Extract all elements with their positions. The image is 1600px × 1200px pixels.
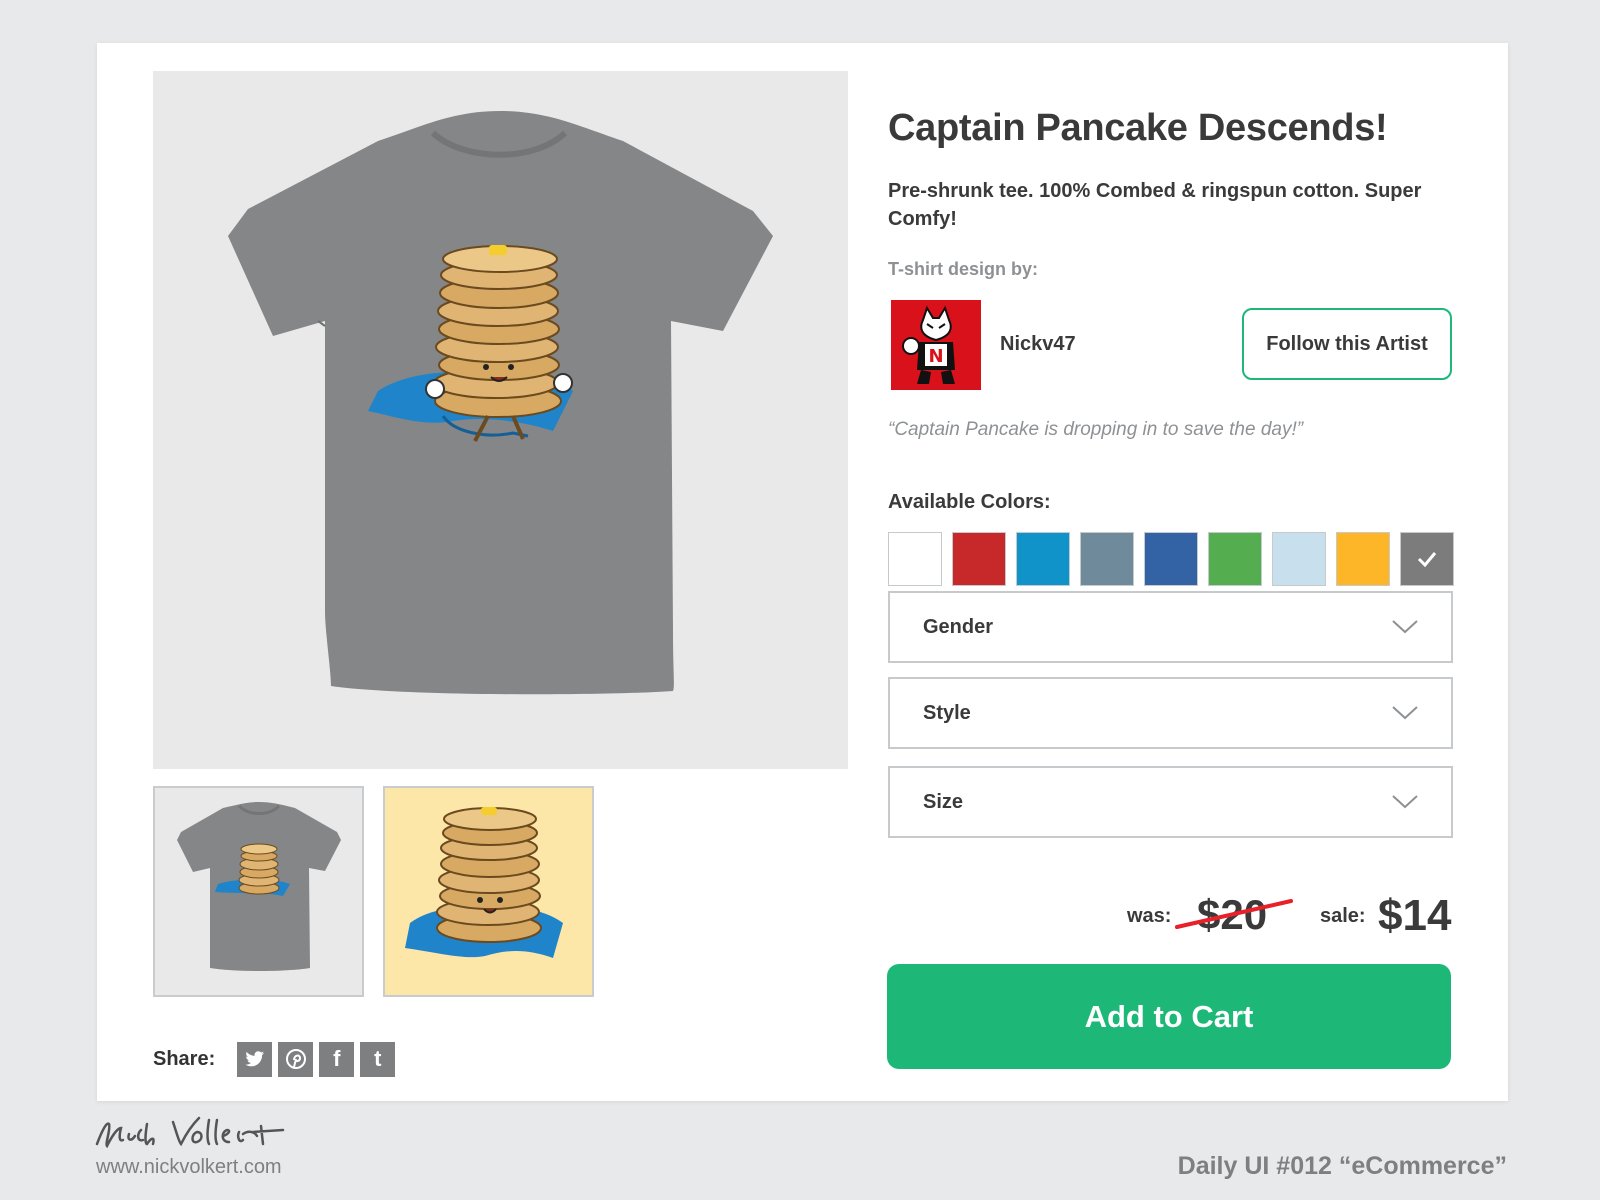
- checkmark-icon: [1417, 552, 1437, 567]
- facebook-share-button[interactable]: f: [319, 1041, 355, 1077]
- product-card: Share: f t Captain Pancake Descends! Pre…: [97, 43, 1508, 1101]
- svg-text:N: N: [928, 346, 943, 367]
- facebook-icon: f: [333, 1046, 341, 1071]
- available-colors-label: Available Colors:: [888, 491, 1051, 513]
- site-url[interactable]: www.nickvolkert.com: [96, 1156, 282, 1179]
- gender-select[interactable]: Gender: [888, 591, 1453, 663]
- gender-select-label: Gender: [923, 616, 994, 638]
- style-select-label: Style: [923, 702, 971, 724]
- color-swatch-blue[interactable]: [1144, 532, 1198, 586]
- thumbnail-pancake-art[interactable]: [383, 786, 594, 997]
- size-select-label: Size: [923, 791, 964, 813]
- pancake-art-thumbnail-icon: [405, 807, 563, 958]
- product-title: Captain Pancake Descends!: [888, 107, 1388, 149]
- sale-label: sale:: [1320, 905, 1366, 927]
- tshirt-pancake-illustration: [228, 111, 773, 695]
- style-select[interactable]: Style: [888, 677, 1453, 749]
- tshirt-thumbnail-icon: [177, 802, 341, 971]
- design-by-label: T-shirt design by:: [888, 259, 1039, 279]
- twitter-share-button[interactable]: [237, 1041, 273, 1077]
- chevron-down-icon: [1392, 795, 1418, 809]
- twitter-icon: [245, 1051, 264, 1067]
- product-description: Pre-shrunk tee. 100% Combed & ringspun c…: [888, 180, 1422, 230]
- was-label: was:: [1127, 905, 1172, 927]
- share-bar: Share: f t: [153, 1041, 396, 1077]
- color-swatch-slate[interactable]: [1080, 532, 1134, 586]
- color-swatch-gold[interactable]: [1336, 532, 1390, 586]
- follow-artist-button[interactable]: Follow this Artist: [1242, 308, 1452, 380]
- share-label: Share:: [153, 1047, 216, 1070]
- artist-name[interactable]: Nickv47: [1000, 333, 1076, 356]
- pinterest-share-button[interactable]: [278, 1041, 314, 1077]
- color-swatch-cyan[interactable]: [1016, 532, 1070, 586]
- color-swatch-green[interactable]: [1208, 532, 1262, 586]
- color-swatch-red[interactable]: [952, 532, 1006, 586]
- tumblr-share-button[interactable]: t: [360, 1041, 396, 1077]
- tumblr-icon: t: [374, 1046, 382, 1071]
- price-row: was: $20 sale: $14: [1127, 889, 1452, 940]
- strikethrough-mark: [1175, 899, 1293, 929]
- color-swatch-light-blue[interactable]: [1272, 532, 1326, 586]
- husky-mascot-avatar-icon: N: [891, 300, 981, 390]
- product-main-image: [153, 71, 848, 769]
- artist-avatar[interactable]: N: [891, 300, 981, 390]
- pinterest-icon: [285, 1049, 306, 1069]
- color-swatch-white[interactable]: [888, 532, 942, 586]
- sale-price: $14: [1378, 891, 1452, 940]
- thumbnail-tshirt[interactable]: [153, 786, 364, 997]
- signature-logo: [95, 1116, 285, 1149]
- add-to-cart-button[interactable]: Add to Cart: [887, 964, 1451, 1069]
- chevron-down-icon: [1392, 620, 1418, 634]
- size-select[interactable]: Size: [888, 766, 1453, 838]
- chevron-down-icon: [1392, 706, 1418, 720]
- color-swatch-list: [888, 532, 1454, 586]
- color-swatch-gray[interactable]: [1400, 532, 1454, 586]
- daily-ui-label: Daily UI #012 “eCommerce”: [1177, 1152, 1507, 1180]
- product-quote: “Captain Pancake is dropping in to save …: [888, 419, 1304, 440]
